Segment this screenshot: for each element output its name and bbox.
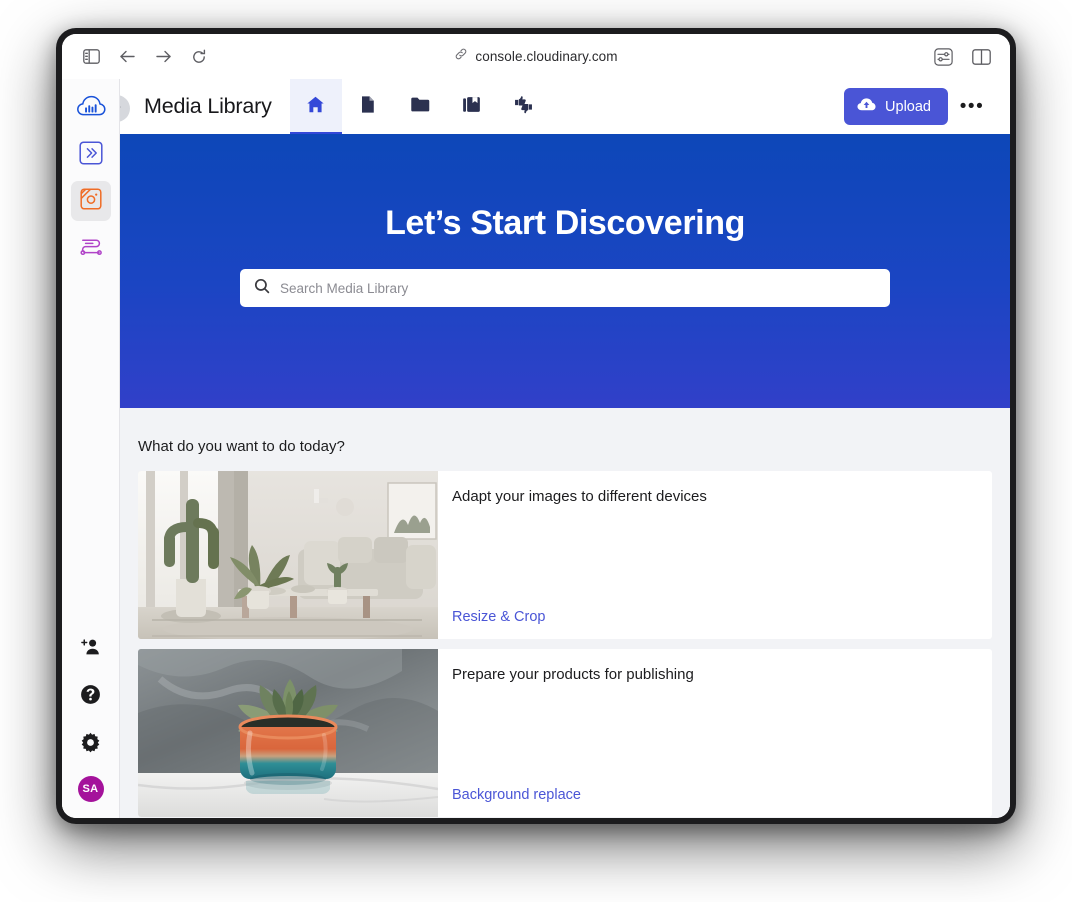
- card-body: Prepare your products for publishing Bac…: [438, 649, 992, 817]
- card-title: Adapt your images to different devices: [452, 488, 707, 505]
- media-library-icon: [78, 186, 104, 217]
- cloud-logo-icon: [76, 95, 106, 124]
- search-icon: [254, 278, 270, 299]
- link-icon: [454, 47, 468, 66]
- cloud-upload-icon: [857, 97, 876, 116]
- tab-assets[interactable]: [342, 79, 394, 134]
- card-title: Prepare your products for publishing: [452, 666, 694, 683]
- main-column: Media Library Upload ••• Let’s Start Dis…: [103, 79, 1010, 818]
- collections-icon: [462, 95, 481, 119]
- hero-title: Let’s Start Discovering: [385, 204, 745, 242]
- tab-overview-icon[interactable]: [966, 43, 996, 71]
- upload-button[interactable]: Upload: [844, 88, 948, 125]
- card-thumbnail: [138, 471, 438, 639]
- hero-banner: Let’s Start Discovering: [120, 134, 1010, 408]
- sidebar-item-media-library[interactable]: [70, 181, 111, 221]
- upload-button-label: Upload: [885, 98, 931, 115]
- search-bar[interactable]: [240, 269, 890, 307]
- sidebar-item-cloudinary-logo[interactable]: [71, 89, 111, 129]
- succulent-in-ceramic-pot-photo: [138, 649, 438, 817]
- moderation-icon: [513, 95, 534, 119]
- app-body: SA Media Library Upload ••• Let’s Start …: [62, 79, 1010, 818]
- more-options-button[interactable]: •••: [954, 89, 990, 125]
- avatar[interactable]: SA: [77, 776, 104, 802]
- card-action-link[interactable]: Background replace: [452, 787, 581, 803]
- card-thumbnail: [138, 649, 438, 817]
- file-icon: [358, 95, 377, 119]
- section-heading: What do you want to do today?: [138, 438, 345, 455]
- device-frame: console.cloudinary.com SA Media Library …: [56, 28, 1016, 824]
- tab-moderation[interactable]: [498, 79, 550, 134]
- home-icon: [306, 95, 325, 119]
- browser-nav-controls: [76, 43, 214, 71]
- reload-icon[interactable]: [184, 43, 214, 71]
- add-user-icon: [80, 637, 101, 661]
- content-scroll-area[interactable]: Let’s Start Discovering Search Media Lib…: [120, 134, 1010, 818]
- card-body: Adapt your images to different devices R…: [438, 471, 992, 639]
- action-card[interactable]: Adapt your images to different devices R…: [138, 471, 992, 639]
- folder-icon: [410, 95, 430, 119]
- header-tabs: [289, 79, 550, 134]
- sidebar-toggle-icon[interactable]: [76, 43, 106, 71]
- page-settings-icon[interactable]: [928, 43, 958, 71]
- sidebar-item-invite-user[interactable]: [74, 632, 108, 666]
- tab-folders[interactable]: [394, 79, 446, 134]
- back-arrow-icon[interactable]: [112, 43, 142, 71]
- tab-home[interactable]: [289, 79, 342, 134]
- code-chevrons-icon: [78, 140, 104, 171]
- actions-section: What do you want to do today? Adapt your…: [120, 408, 1010, 817]
- browser-toolbar-right: [928, 34, 996, 79]
- question-mark-icon: [80, 684, 101, 710]
- gear-icon: [80, 732, 101, 758]
- living-room-with-cactus-photo: [138, 471, 438, 639]
- page-title: Media Library: [144, 94, 272, 118]
- browser-window: console.cloudinary.com SA Media Library …: [62, 34, 1010, 818]
- transformation-icon: [78, 234, 104, 261]
- forward-arrow-icon[interactable]: [148, 43, 178, 71]
- sidebar-item-transformations[interactable]: [71, 227, 111, 267]
- search-input[interactable]: [280, 280, 876, 296]
- sidebar-item-settings[interactable]: [74, 728, 108, 762]
- browser-toolbar: console.cloudinary.com: [62, 34, 1010, 79]
- left-rail: SA: [62, 79, 120, 818]
- card-action-link[interactable]: Resize & Crop: [452, 609, 545, 625]
- action-card[interactable]: Prepare your products for publishing Bac…: [138, 649, 992, 817]
- tab-collections[interactable]: [446, 79, 498, 134]
- header-actions: Upload •••: [844, 79, 1010, 134]
- url-text: console.cloudinary.com: [475, 49, 618, 64]
- app-header: Media Library Upload •••: [103, 79, 1010, 134]
- sidebar-item-programmable-media[interactable]: [71, 135, 111, 175]
- sidebar-item-help[interactable]: [74, 680, 108, 714]
